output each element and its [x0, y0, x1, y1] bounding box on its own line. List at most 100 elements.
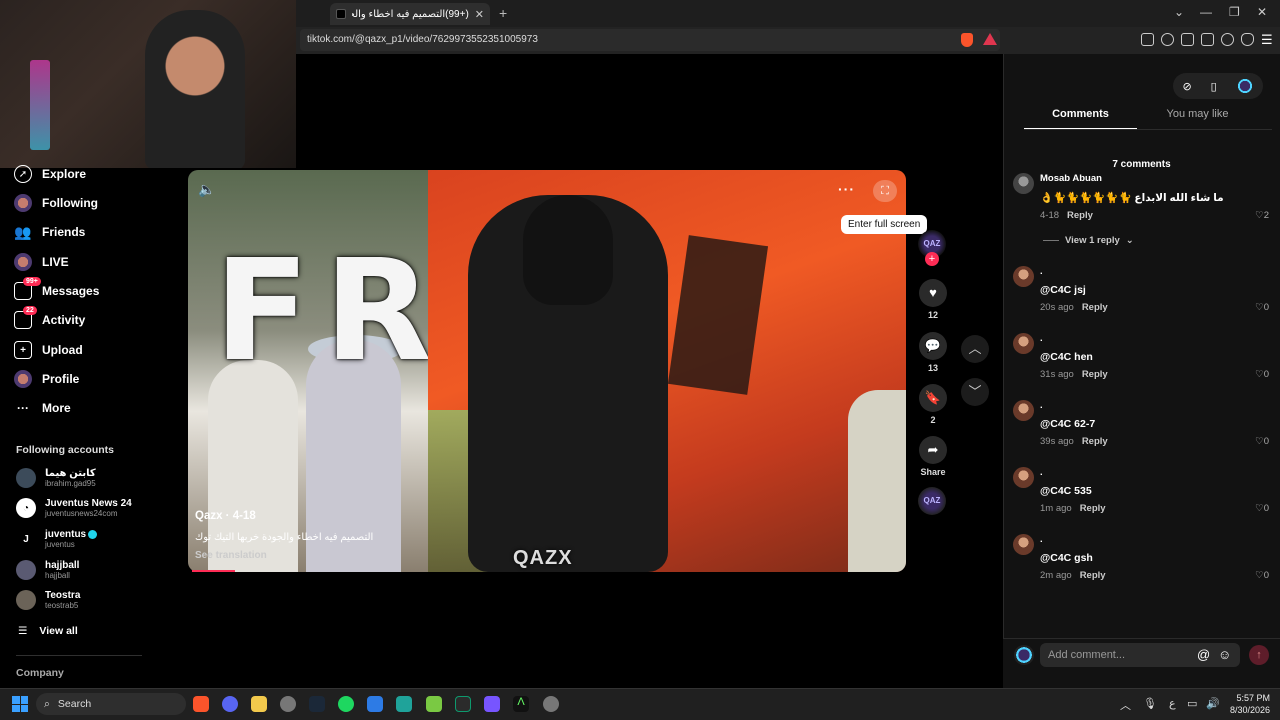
input-language[interactable]: ع	[1169, 697, 1176, 710]
emoji-icon[interactable]: ☺	[1218, 647, 1231, 662]
avatar[interactable]	[1013, 266, 1034, 287]
sidebar-item-following[interactable]: Following	[14, 192, 98, 214]
like-button[interactable]: ♥ 12	[918, 279, 948, 320]
taskbar-search[interactable]: ⌕ Search	[36, 693, 186, 715]
comment-user[interactable]: .	[1040, 467, 1043, 478]
wallet-icon[interactable]	[1201, 33, 1214, 46]
video-author[interactable]: Qazx · 4-18	[195, 510, 256, 522]
avatar[interactable]	[1013, 467, 1034, 488]
see-translation-link[interactable]: See translation	[195, 550, 267, 561]
comment-like-button[interactable]: ♡2	[1255, 210, 1269, 221]
device-icon[interactable]: ▯	[1211, 80, 1217, 93]
post-comment-button[interactable]: ↑	[1249, 645, 1269, 665]
address-bar[interactable]: tiktok.com/@qazx_p1/video/76299735523510…	[300, 29, 1000, 51]
mention-icon[interactable]: @	[1197, 647, 1210, 662]
windows-start-icon[interactable]	[12, 696, 28, 712]
user-avatar-icon[interactable]	[1235, 77, 1254, 95]
comment-like-button[interactable]: ♡0	[1255, 302, 1269, 313]
minimize-button[interactable]: —	[1200, 5, 1212, 19]
taskbar-clock[interactable]: 5:57 PM 8/30/2026	[1222, 692, 1270, 716]
sidebar-item-upload[interactable]: + Upload	[14, 339, 83, 361]
next-video-button[interactable]: ﹀	[961, 378, 989, 406]
view-replies-button[interactable]: View 1 reply ⌄	[1043, 235, 1134, 246]
sidebar-item-explore[interactable]: ➚ Explore	[14, 163, 86, 185]
close-tab-icon[interactable]: ✕	[475, 8, 484, 21]
network-icon[interactable]: ▭	[1187, 697, 1197, 710]
comment-like-button[interactable]: ♡0	[1255, 369, 1269, 380]
sidebar-item-live[interactable]: LIVE	[14, 251, 69, 273]
app-icon[interactable]	[543, 696, 559, 712]
sidebar-item-activity[interactable]: 22 Activity	[14, 306, 85, 331]
app-icon[interactable]	[396, 696, 412, 712]
tab-comments[interactable]: Comments	[1024, 108, 1137, 130]
comment-button[interactable]: 💬 13	[918, 332, 948, 373]
avatar[interactable]	[1013, 333, 1034, 354]
reply-button[interactable]: Reply	[1080, 503, 1106, 514]
comment-user[interactable]: .	[1040, 400, 1043, 411]
vpn-shield-icon[interactable]	[1241, 33, 1254, 46]
reply-button[interactable]: Reply	[1067, 210, 1093, 221]
following-account[interactable]: كابتن هيما ibrahim.gad95	[16, 465, 96, 491]
avatar[interactable]	[1013, 173, 1034, 194]
app-icon[interactable]	[484, 696, 500, 712]
maximize-button[interactable]: ❐	[1229, 5, 1240, 19]
app-icon[interactable]: Λ	[513, 696, 529, 712]
menu-icon[interactable]: ☰	[1261, 32, 1273, 48]
save-button[interactable]: 🔖 2	[918, 384, 948, 425]
comment-user[interactable]: .	[1040, 266, 1043, 277]
comment-user[interactable]: Mosab Abuan	[1040, 173, 1102, 184]
video-player[interactable]: F R	[188, 170, 906, 572]
media-icon[interactable]	[1161, 33, 1174, 46]
fullscreen-button[interactable]: ⛶	[873, 180, 897, 202]
sidebar-item-more[interactable]: ··· More	[14, 397, 71, 419]
leo-ai-icon[interactable]	[1221, 33, 1234, 46]
following-account[interactable]: Teostra teostrab5	[16, 587, 80, 613]
comment-like-button[interactable]: ♡0	[1255, 503, 1269, 514]
previous-video-button[interactable]: ︿	[961, 335, 989, 363]
video-progress-bar[interactable]	[192, 570, 235, 572]
sidebar-toggle-icon[interactable]	[1181, 33, 1194, 46]
close-window-button[interactable]: ✕	[1257, 5, 1267, 19]
brave-shield-icon[interactable]	[961, 33, 973, 47]
extensions-icon[interactable]	[1141, 33, 1154, 46]
compass-small-icon[interactable]: ⊘	[1182, 80, 1191, 93]
brave-browser-icon[interactable]	[193, 696, 209, 712]
company-link[interactable]: Company	[16, 667, 64, 679]
comment-like-button[interactable]: ♡0	[1255, 570, 1269, 581]
steam-icon[interactable]	[309, 696, 325, 712]
new-tab-button[interactable]: +	[499, 5, 507, 21]
spotify-icon[interactable]	[338, 696, 354, 712]
comment-user[interactable]: .	[1040, 333, 1043, 344]
following-account[interactable]: ◔ Juventus News 24 juventusnews24com	[16, 495, 132, 521]
music-disc[interactable]: QAZ	[918, 487, 946, 515]
microphone-icon[interactable]: 🎙	[1143, 697, 1157, 710]
view-all-link[interactable]: ☰ View all	[18, 625, 78, 637]
comment-like-button[interactable]: ♡0	[1255, 436, 1269, 447]
tray-chevron-icon[interactable]: ︿	[1120, 697, 1131, 713]
avatar[interactable]	[1013, 534, 1034, 555]
file-explorer-icon[interactable]	[251, 696, 267, 712]
app-icon[interactable]	[426, 696, 442, 712]
tab-you-may-like[interactable]: You may like	[1140, 108, 1255, 128]
sidebar-item-messages[interactable]: 99+ Messages	[14, 277, 99, 302]
more-options-icon[interactable]: ···	[838, 181, 855, 197]
sidebar-item-friends[interactable]: 👥 Friends	[14, 221, 85, 243]
app-icon[interactable]	[455, 696, 471, 712]
share-button[interactable]: ➦ Share	[918, 436, 948, 477]
follow-plus-button[interactable]: +	[925, 252, 939, 266]
following-account[interactable]: hajjball hajjball	[16, 557, 79, 583]
reply-button[interactable]: Reply	[1082, 369, 1108, 380]
volume-tray-icon[interactable]: 🔊	[1206, 697, 1220, 710]
reply-button[interactable]: Reply	[1082, 436, 1108, 447]
sidebar-item-profile[interactable]: Profile	[14, 368, 79, 390]
browser-tab[interactable]: (+99)التصميم فيه اخطاء والجودة ✕	[330, 3, 490, 25]
reply-button[interactable]: Reply	[1080, 570, 1106, 581]
reply-button[interactable]: Reply	[1082, 302, 1108, 313]
volume-icon[interactable]: 🔈	[198, 181, 215, 198]
following-account[interactable]: J juventus juventus	[16, 526, 98, 552]
comment-user[interactable]: .	[1040, 534, 1043, 545]
store-icon[interactable]	[367, 696, 383, 712]
tab-search-chevron-icon[interactable]: ⌄	[1174, 5, 1184, 19]
chrome-icon[interactable]	[280, 696, 296, 712]
brave-rewards-icon[interactable]	[983, 33, 997, 45]
